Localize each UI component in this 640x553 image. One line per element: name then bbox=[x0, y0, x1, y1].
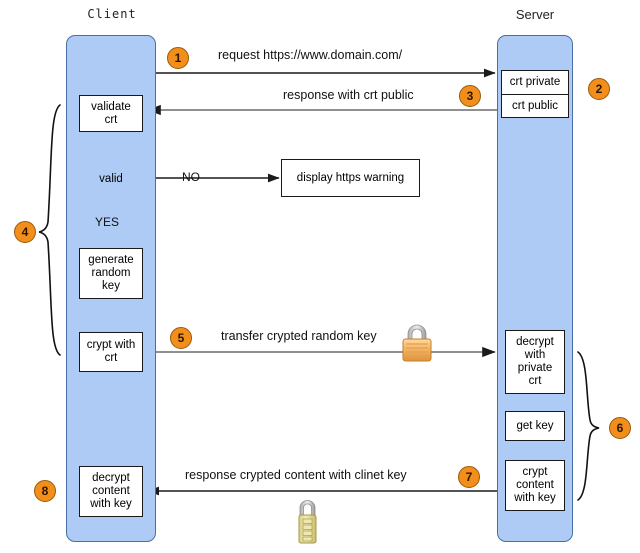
step-badge-6[interactable]: 6 bbox=[609, 417, 631, 439]
server-cert-store[interactable]: crt private crt public bbox=[501, 70, 569, 118]
node-line: with key bbox=[514, 492, 556, 504]
node-decrypt-with-private-crt[interactable]: decrypt with private crt bbox=[505, 330, 565, 394]
client-lane-title: Client bbox=[87, 7, 137, 21]
node-crypt-content-with-key[interactable]: crypt content with key bbox=[505, 460, 565, 511]
node-decrypt-content-with-key[interactable]: decrypt content with key bbox=[79, 466, 143, 517]
step-badge-1[interactable]: 1 bbox=[167, 47, 189, 69]
message-request-label: request https://www.domain.com/ bbox=[218, 48, 403, 62]
step-badge-5[interactable]: 5 bbox=[170, 327, 192, 349]
node-validate-crt[interactable]: validate crt bbox=[79, 95, 143, 132]
step-badge-7[interactable]: 7 bbox=[458, 466, 480, 488]
message-response-content-label: response crypted content with clinet key bbox=[185, 468, 407, 482]
node-line: key bbox=[102, 280, 120, 292]
branch-label-yes: YES bbox=[95, 215, 120, 229]
node-line: crypt bbox=[522, 466, 548, 478]
node-line: private bbox=[517, 362, 553, 374]
brace-client-steps bbox=[38, 104, 61, 356]
node-line: crt bbox=[528, 375, 542, 387]
node-line: display https warning bbox=[296, 171, 405, 184]
combination-padlock-icon bbox=[298, 500, 317, 544]
node-line: content bbox=[516, 479, 554, 491]
node-line: content bbox=[92, 485, 130, 497]
step-badge-3[interactable]: 3 bbox=[459, 85, 481, 107]
message-response-cert-label: response with crt public bbox=[283, 88, 414, 102]
padlock-icon bbox=[402, 324, 432, 362]
step-badge-4[interactable]: 4 bbox=[14, 221, 36, 243]
node-line: random bbox=[91, 267, 131, 279]
node-generate-random-key[interactable]: generate random key bbox=[79, 248, 143, 299]
brace-server-steps bbox=[577, 351, 600, 501]
node-line: decrypt bbox=[516, 336, 554, 348]
node-line: crt bbox=[104, 113, 118, 126]
node-line: with bbox=[524, 349, 546, 361]
node-get-key[interactable]: get key bbox=[505, 411, 565, 441]
cert-private-cell: crt private bbox=[509, 76, 561, 89]
cert-public-cell: crt public bbox=[502, 93, 568, 118]
step-badge-8[interactable]: 8 bbox=[34, 480, 56, 502]
decision-valid-label: valid bbox=[99, 173, 123, 185]
node-line: crt bbox=[104, 352, 118, 364]
node-line: decrypt bbox=[92, 472, 130, 484]
node-line: validate bbox=[91, 100, 131, 113]
node-display-https-warning[interactable]: display https warning bbox=[281, 159, 420, 197]
node-line: crypt with bbox=[86, 339, 136, 351]
branch-label-no: NO bbox=[182, 170, 200, 184]
node-crypt-with-crt[interactable]: crypt with crt bbox=[79, 332, 143, 372]
message-transfer-key-label: transfer crypted random key bbox=[221, 329, 377, 343]
node-line: with key bbox=[90, 498, 132, 510]
server-lane-title: Server bbox=[515, 7, 555, 22]
step-badge-2[interactable]: 2 bbox=[588, 78, 610, 100]
node-line: generate bbox=[88, 254, 134, 266]
node-line: get key bbox=[516, 419, 554, 432]
